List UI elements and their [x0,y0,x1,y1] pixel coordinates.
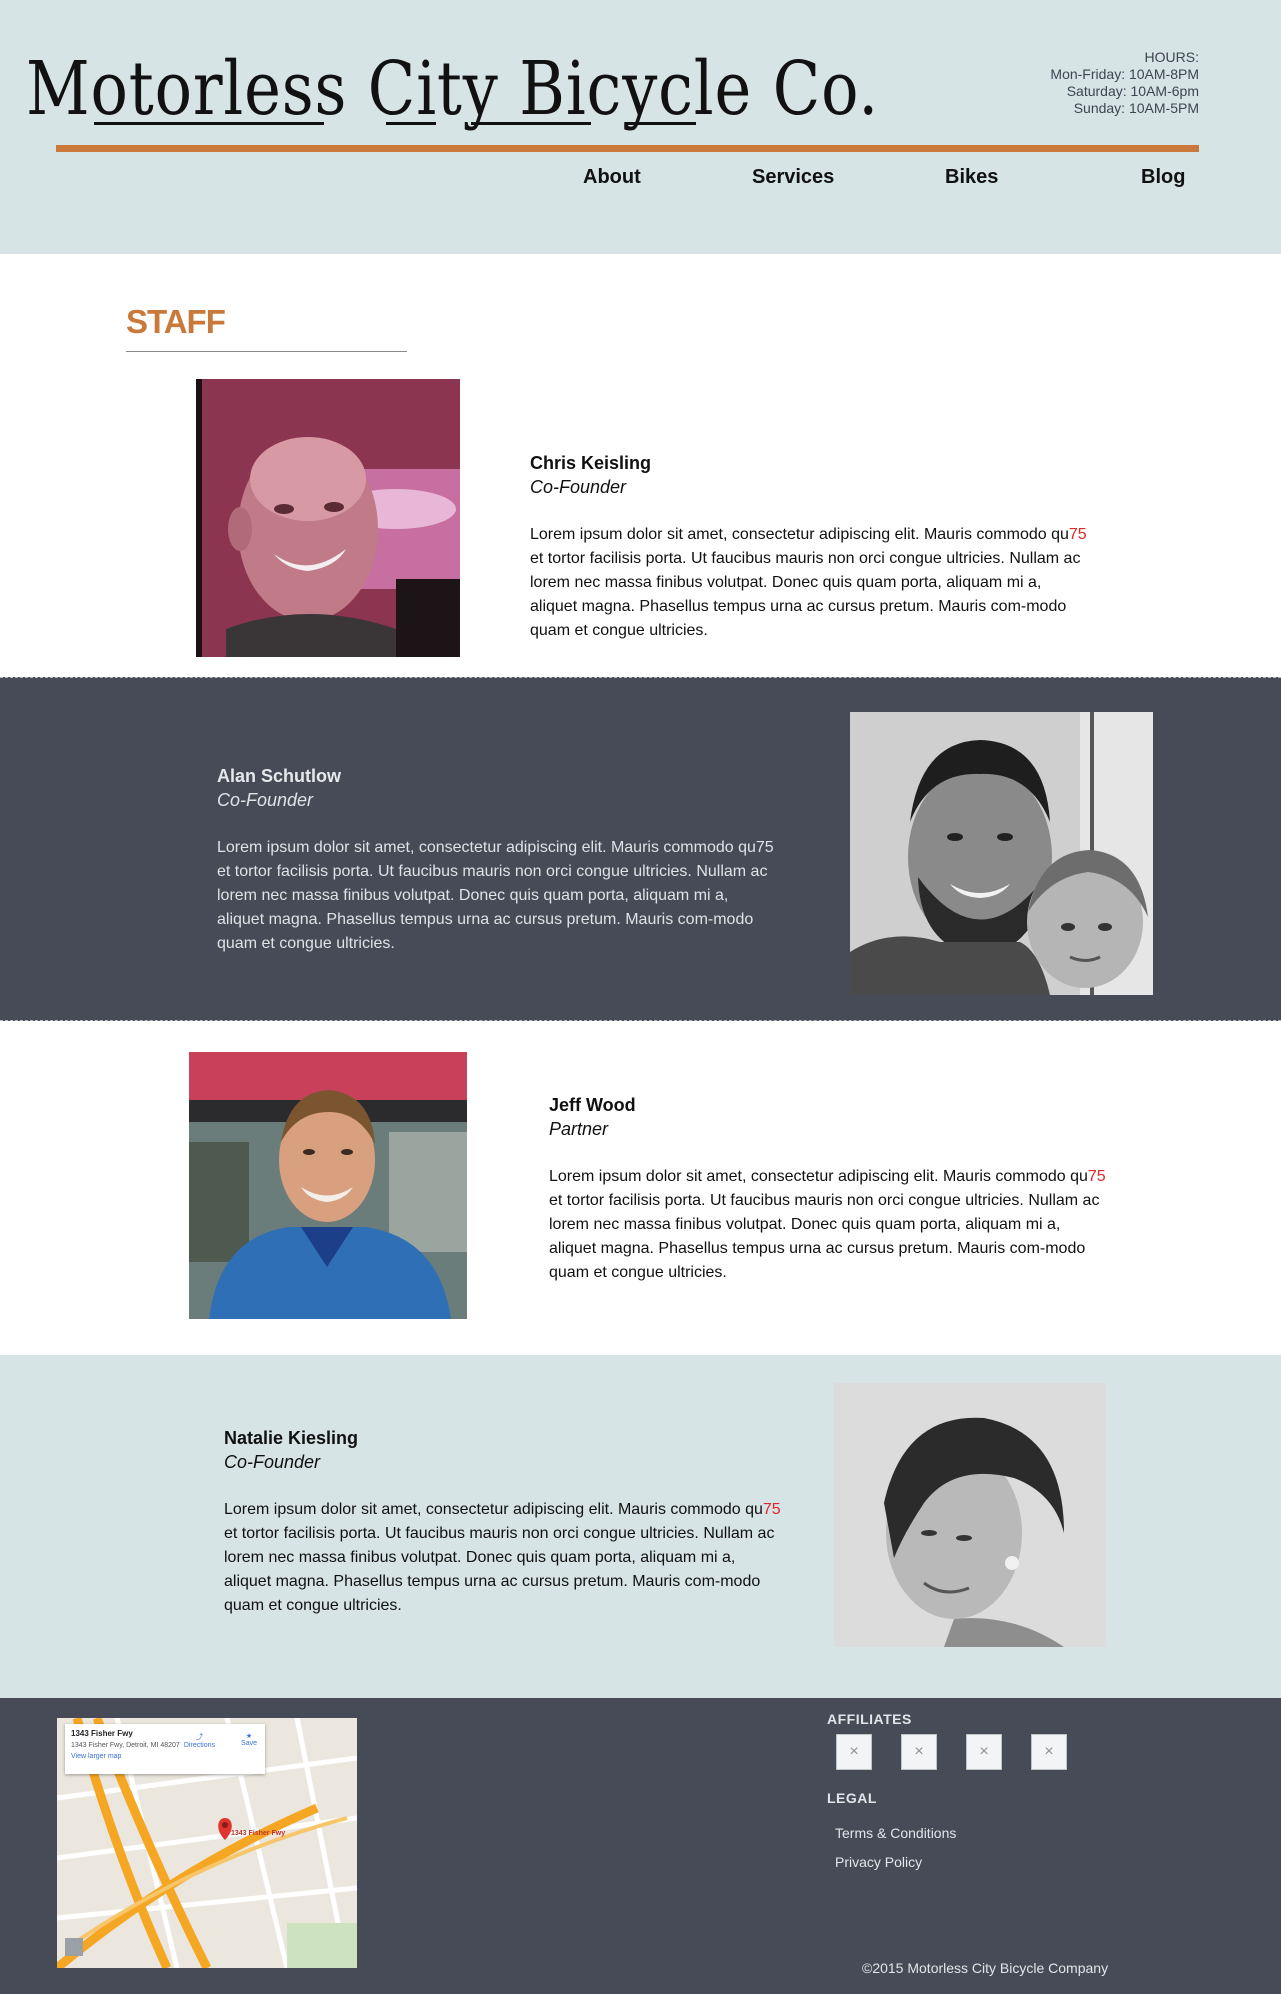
bio-text: Lorem ipsum dolor sit amet, consectetur … [530,526,1069,543]
staff-role: Co-Founder [217,790,314,810]
terms-link[interactable]: Terms & Conditions [835,1825,956,1841]
header-divider [56,145,1199,152]
staff-name: Jeff Wood [549,1095,636,1115]
nav-blog[interactable]: Blog [1141,166,1185,189]
map-directions-button[interactable]: ⤴ Directions [184,1732,215,1749]
bio-text: Lorem ipsum dolor sit amet, consectetur … [224,1501,763,1518]
site-header: Motorless City Bicycle Co. HOURS: Mon-Fr… [0,0,1281,254]
map-pin-label: 1343 Fisher Fwy [231,1830,286,1837]
broken-image-icon: × [979,1743,989,1760]
affiliate-logo-4[interactable]: × [1031,1734,1067,1770]
bio-text: 75 [755,839,774,856]
section-title-rule [126,351,407,352]
bio-text: et tortor facilisis porta. Ut faucibus m… [530,550,1081,639]
staff-photo-alan [850,712,1153,995]
bio-highlight: 75 [1068,526,1087,543]
directions-label: Directions [183,1742,215,1749]
broken-image-icon: × [914,1743,924,1760]
staff-role: Co-Founder [224,1452,321,1472]
staff-name: Chris Keisling [530,453,652,473]
nav-about[interactable]: About [583,166,641,189]
staff-bio: Lorem ipsum dolor sit amet, consectetur … [530,523,1090,643]
bio-text: et tortor facilisis porta. Ut faucibus m… [549,1192,1100,1281]
staff-bio: Lorem ipsum dolor sit amet, consectetur … [549,1165,1109,1285]
hours-label: HOURS: [1144,49,1199,65]
staff-bio: Lorem ipsum dolor sit amet, consectetur … [224,1498,784,1618]
star-icon: ★ [245,1733,253,1740]
affiliate-logo-2[interactable]: × [901,1734,937,1770]
staff-card-chris: Chris Keisling Co-Founder Lorem ipsum do… [530,451,1090,643]
staff-photo-chris [196,379,460,657]
privacy-link[interactable]: Privacy Policy [835,1854,922,1870]
nav-bikes[interactable]: Bikes [945,166,998,189]
view-larger-map-link[interactable]: View larger map [71,1753,259,1760]
bio-text: Lorem ipsum dolor sit amet, consectetur … [217,839,756,856]
section-title: STAFF [126,303,226,340]
staff-card-jeff: Jeff Wood Partner Lorem ipsum dolor sit … [549,1093,1109,1285]
logo-underline [386,122,436,125]
map-save-button[interactable]: ★ Save [241,1732,257,1747]
logo-text: Motorless City Bicycle Co. [26,46,879,132]
affiliates-heading: AFFILIATES [827,1711,912,1727]
staff-card-alan: Alan Schutlow Co-Founder Lorem ipsum dol… [217,764,777,956]
hours-saturday: Saturday: 10AM-6pm [1066,83,1199,99]
staff-name: Alan Schutlow [217,766,342,786]
directions-icon: ⤴ [195,1734,203,1741]
logo-underline [626,122,696,125]
hours-sunday: Sunday: 10AM-5PM [1073,100,1199,116]
map-address: 1343 Fisher Fwy, Detroit, MI 48207 [71,1742,180,1749]
broken-image-icon: × [849,1743,859,1760]
bio-text: Lorem ipsum dolor sit amet, consectetur … [549,1168,1088,1185]
staff-role: Co-Founder [530,477,627,497]
staff-card-natalie: Natalie Kiesling Co-Founder Lorem ipsum … [224,1426,784,1618]
broken-image-icon: × [1044,1743,1054,1760]
map-place-title: 1343 Fisher Fwy [71,1729,133,1738]
store-hours: HOURS: Mon-Friday: 10AM-8PM Saturday: 10… [1050,49,1199,117]
logo-underline [471,122,591,125]
bio-highlight: 75 [1087,1168,1106,1185]
nav-services[interactable]: Services [752,166,834,189]
location-map[interactable]: 1343 Fisher Fwy 1343 Fisher Fwy, Detroit… [57,1718,357,1968]
staff-bio: Lorem ipsum dolor sit amet, consectetur … [217,836,777,956]
logo-underline [94,122,324,125]
staff-role: Partner [549,1119,609,1139]
staff-name: Natalie Kiesling [224,1428,359,1448]
bio-text: et tortor facilisis porta. Ut faucibus m… [217,863,768,952]
affiliate-logo-1[interactable]: × [836,1734,872,1770]
staff-photo-jeff [189,1052,467,1319]
copyright-text: ©2015 Motorless City Bicycle Company [862,1960,1109,1976]
save-label: Save [241,1740,257,1747]
legal-heading: LEGAL [827,1790,877,1806]
bio-text: et tortor facilisis porta. Ut faucibus m… [224,1525,775,1614]
bio-highlight: 75 [762,1501,781,1518]
hours-weekday: Mon-Friday: 10AM-8PM [1050,66,1199,82]
site-footer: 1343 Fisher Fwy 1343 Fisher Fwy, Detroit… [0,1698,1281,1994]
map-info-card: 1343 Fisher Fwy 1343 Fisher Fwy, Detroit… [65,1724,265,1774]
staff-photo-natalie [834,1383,1106,1647]
affiliate-logo-3[interactable]: × [966,1734,1002,1770]
site-logo[interactable]: Motorless City Bicycle Co. [26,44,878,134]
